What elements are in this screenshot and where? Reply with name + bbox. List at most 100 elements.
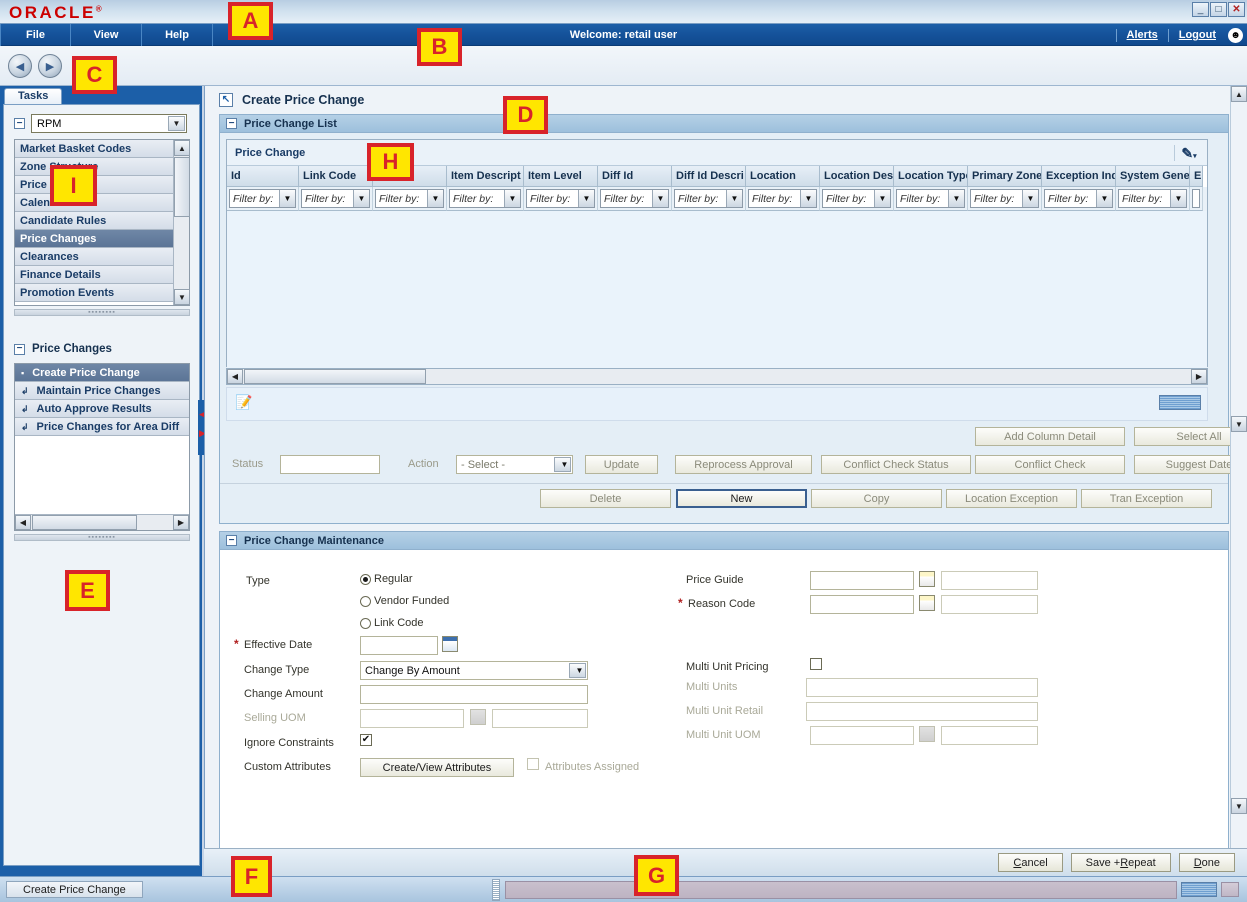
status-input[interactable] (280, 455, 380, 474)
column-header-item-level[interactable]: Item Level (524, 166, 598, 187)
filter-cell-item[interactable]: Filter by: ▼ (373, 187, 447, 211)
selling-uom-input[interactable] (360, 709, 464, 728)
panel-resize-grip[interactable]: ▪▪▪▪▪▪▪▪ (14, 309, 190, 316)
filter-input-item[interactable]: Filter by: ▼ (375, 189, 444, 208)
sidebar-item-create-price-change[interactable]: ▪ Create Price Change (15, 364, 189, 382)
copy-button[interactable]: Copy (811, 489, 942, 508)
rpm-select[interactable]: RPM ▼ (31, 114, 187, 133)
list-of-values-icon[interactable] (919, 726, 935, 742)
filter-cell-system-generated[interactable]: Filter by: ▼ (1116, 187, 1190, 211)
multi-unit-uom-input[interactable] (810, 726, 914, 745)
taskbar-item-create-price-change[interactable]: Create Price Change (6, 881, 143, 898)
scroll-down-icon[interactable]: ▼ (174, 289, 190, 305)
ignore-constraints-checkbox[interactable]: ✔ (360, 734, 372, 746)
column-header-location-type[interactable]: Location Type (894, 166, 968, 187)
scroll-up-icon[interactable]: ▲ (174, 140, 190, 156)
column-header-id[interactable]: Id (227, 166, 299, 187)
task-list[interactable]: Market Basket Codes Zone Structure Price… (14, 139, 190, 306)
filter-input-location-type[interactable]: Filter by: ▼ (896, 189, 965, 208)
tran-exception-button[interactable]: Tran Exception (1081, 489, 1212, 508)
task-list-item[interactable]: Promotion Events (15, 284, 175, 302)
task-list-item[interactable]: Candidate Rules (15, 212, 175, 230)
done-button[interactable]: Done (1178, 853, 1235, 872)
delete-button[interactable]: Delete (540, 489, 671, 508)
restore-panel-icon[interactable]: ↖ (219, 93, 233, 107)
filter-cell-primary-zone[interactable]: Filter by: ▼ (968, 187, 1042, 211)
grid-body-empty[interactable] (227, 211, 1207, 373)
radio-icon[interactable] (360, 617, 371, 629)
calendar-icon[interactable] (442, 636, 458, 652)
scrollbar-thumb[interactable] (32, 515, 137, 530)
filter-input-exception-ind[interactable]: Filter by: ▼ (1044, 189, 1113, 208)
save-repeat-button[interactable]: Save + Repeat (1070, 853, 1171, 872)
cancel-button[interactable]: Cancel (998, 853, 1063, 872)
chevron-down-icon[interactable]: ▼ (652, 190, 668, 207)
filter-cell-id[interactable]: Filter by: ▼ (227, 187, 299, 211)
column-header-partial[interactable]: E (1190, 166, 1203, 187)
radio-vendor-funded[interactable]: Vendor Funded (360, 595, 449, 607)
column-header-diff-id[interactable]: Diff Id (598, 166, 672, 187)
location-exception-button[interactable]: Location Exception (946, 489, 1077, 508)
chevron-down-icon[interactable]: ▼ (1096, 190, 1112, 207)
chevron-down-icon[interactable]: ▼ (168, 116, 185, 131)
collapse-icon[interactable]: − (226, 118, 237, 129)
scrollbar-thumb[interactable] (174, 157, 190, 217)
task-list-item[interactable]: Market Basket Codes (15, 140, 175, 158)
multi-unit-retail-input[interactable] (806, 702, 1038, 721)
list-of-values-icon[interactable] (470, 709, 486, 725)
radio-regular[interactable]: Regular (360, 573, 413, 585)
radio-link-code[interactable]: Link Code (360, 617, 424, 629)
radio-icon[interactable] (360, 595, 371, 607)
reprocess-approval-button[interactable]: Reprocess Approval (675, 455, 812, 474)
column-header-exception-ind[interactable]: Exception Ind (1042, 166, 1116, 187)
minimize-button[interactable]: _ (1192, 2, 1209, 17)
filter-input-location[interactable]: Filter by: ▼ (748, 189, 817, 208)
taskbar-grip[interactable] (492, 879, 500, 901)
filter-input-item-level[interactable]: Filter by: ▼ (526, 189, 595, 208)
filter-cell-location-desc[interactable]: Filter by: ▼ (820, 187, 894, 211)
action-select[interactable]: - Select - ▼ (456, 455, 573, 474)
new-button[interactable]: New (676, 489, 807, 508)
sidebar-item-maintain-price-changes[interactable]: ↲ Maintain Price Changes (15, 382, 189, 400)
column-header-diff-id-description[interactable]: Diff Id Descri (672, 166, 746, 187)
filter-input-partial[interactable] (1192, 189, 1200, 208)
grid-horizontal-scrollbar[interactable]: ◀ ▶ (226, 368, 1208, 385)
filter-cell-exception-ind[interactable]: Filter by: ▼ (1042, 187, 1116, 211)
task-list-item[interactable]: Clearances (15, 248, 175, 266)
filter-input-id[interactable]: Filter by: ▼ (229, 189, 296, 208)
maximize-button[interactable]: □ (1210, 2, 1227, 17)
chevron-down-icon[interactable]: ▼ (948, 190, 964, 207)
grid-action-button[interactable] (1159, 395, 1201, 410)
scrollbar-thumb[interactable] (244, 369, 426, 384)
price-guide-input[interactable] (810, 571, 914, 590)
back-arrow-icon[interactable]: ◀ (8, 54, 32, 78)
column-header-location-desc[interactable]: Location Desc (820, 166, 894, 187)
logout-link[interactable]: Logout (1179, 29, 1216, 41)
filter-cell-diff-id[interactable]: Filter by: ▼ (598, 187, 672, 211)
task-list-item[interactable]: Finance Details (15, 266, 175, 284)
chevron-down-icon[interactable]: ▼ (504, 190, 520, 207)
chevron-down-icon[interactable]: ▼ (427, 190, 443, 207)
scroll-left-icon[interactable]: ◀ (15, 515, 31, 530)
scroll-right-icon[interactable]: ▶ (173, 515, 189, 530)
scroll-up-icon[interactable]: ▲ (1231, 86, 1247, 102)
chevron-down-icon[interactable]: ▼ (800, 190, 816, 207)
collapse-icon[interactable]: − (14, 343, 25, 355)
chevron-down-icon[interactable]: ▼ (874, 190, 890, 207)
chevron-down-icon[interactable]: ▼ (726, 190, 742, 207)
chevron-down-icon[interactable]: ▼ (554, 457, 571, 472)
chevron-down-icon[interactable]: ▼ (353, 190, 369, 207)
filter-input-link-code[interactable]: Filter by: ▼ (301, 189, 370, 208)
conflict-check-status-button[interactable]: Conflict Check Status (821, 455, 971, 474)
column-header-location[interactable]: Location (746, 166, 820, 187)
filter-input-system-generated[interactable]: Filter by: ▼ (1118, 189, 1187, 208)
filter-cell-item-description[interactable]: Filter by: ▼ (447, 187, 524, 211)
help-user-icon[interactable]: ☻ (1228, 27, 1243, 43)
change-type-select[interactable]: Change By Amount ▼ (360, 661, 588, 680)
collapse-icon[interactable]: − (226, 535, 237, 546)
chevron-down-icon[interactable]: ▼ (1022, 190, 1038, 207)
column-header-system-generated[interactable]: System Gener (1116, 166, 1190, 187)
conflict-check-button[interactable]: Conflict Check (975, 455, 1125, 474)
filter-cell-diff-id-description[interactable]: Filter by: ▼ (672, 187, 746, 211)
update-button[interactable]: Update (585, 455, 658, 474)
